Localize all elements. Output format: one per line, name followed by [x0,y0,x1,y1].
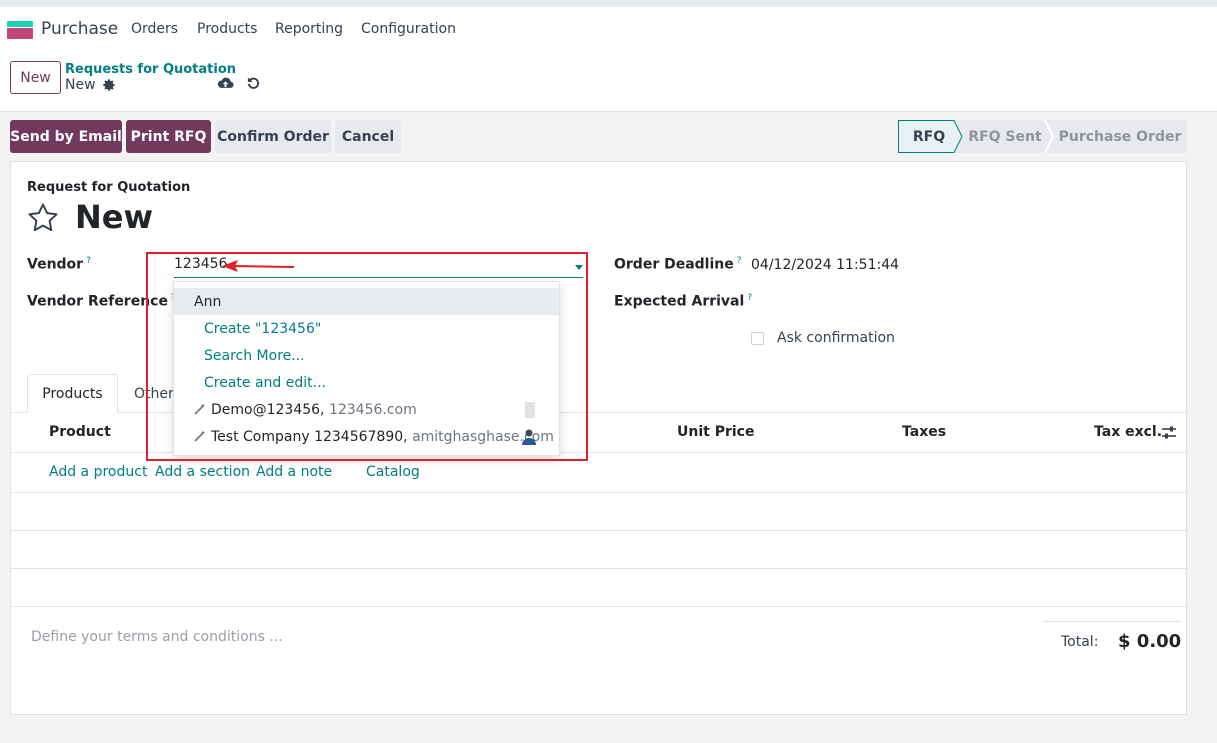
catalog-link[interactable]: Catalog [366,464,420,480]
help-tooltip-icon[interactable]: ? [86,256,91,266]
menu-products[interactable]: Products [197,21,257,37]
help-tooltip-icon[interactable]: ? [737,256,742,266]
new-button[interactable]: New [10,61,61,94]
empty-row [11,531,1188,569]
status-bar: Send by Email Print RFQ Confirm Order Ca… [0,112,1217,160]
document-type-label: Request for Quotation [27,180,191,195]
total-divider [1043,621,1181,622]
save-cloud-icon[interactable] [217,76,234,90]
stage-purchase-order[interactable]: Purchase Order [1053,120,1187,153]
terms-and-conditions-field[interactable]: Define your terms and conditions ... [31,629,283,645]
expected-arrival-label: Expected Arrival? [614,293,753,310]
print-rfq-button[interactable]: Print RFQ [126,120,211,153]
gear-icon[interactable] [102,78,116,92]
total-label: Total: [1061,634,1099,650]
ask-confirmation-checkbox[interactable] [751,332,764,345]
send-by-email-button[interactable]: Send by Email [10,120,122,153]
vendor-label: Vendor? [27,256,91,273]
column-tax-excl[interactable]: Tax excl. [1094,424,1162,440]
add-section-link[interactable]: Add a section [155,464,250,480]
control-panel: New Requests for Quotation New [0,53,1217,112]
purchase-app-icon[interactable] [7,21,33,39]
help-tooltip-icon[interactable]: ? [747,293,752,303]
discard-undo-icon[interactable] [246,75,261,90]
main-navbar: Purchase Orders Products Reporting Confi… [0,7,1217,53]
annotation-highlight-box [146,252,588,461]
record-title: New [75,198,154,236]
confirm-order-button[interactable]: Confirm Order [215,120,331,153]
menu-orders[interactable]: Orders [131,21,178,37]
order-deadline-field[interactable]: 04/12/2024 11:51:44 [751,257,899,273]
breadcrumb-parent[interactable]: Requests for Quotation [65,62,236,77]
stage-rfq-sent[interactable]: RFQ Sent [962,120,1048,153]
menu-configuration[interactable]: Configuration [361,21,456,37]
optional-columns-icon[interactable] [1161,425,1177,441]
add-note-link[interactable]: Add a note [256,464,332,480]
menu-reporting[interactable]: Reporting [275,21,343,37]
breadcrumb-current: New [65,77,96,93]
column-taxes[interactable]: Taxes [902,424,946,440]
app-name[interactable]: Purchase [41,19,118,39]
add-product-link[interactable]: Add a product [49,464,147,480]
column-unit-price[interactable]: Unit Price [677,424,754,440]
empty-row [11,569,1188,607]
total-value: $ 0.00 [1118,631,1182,652]
star-icon[interactable] [27,202,59,234]
cancel-button[interactable]: Cancel [335,120,401,153]
annotation-arrow [222,260,295,272]
tab-products[interactable]: Products [27,374,118,413]
ask-confirmation-label: Ask confirmation [777,330,895,346]
stage-rfq[interactable]: RFQ [898,120,960,153]
empty-row [11,493,1188,531]
browser-top-strip [0,0,1217,7]
column-product[interactable]: Product [49,424,111,440]
order-deadline-label: Order Deadline? [614,256,742,273]
